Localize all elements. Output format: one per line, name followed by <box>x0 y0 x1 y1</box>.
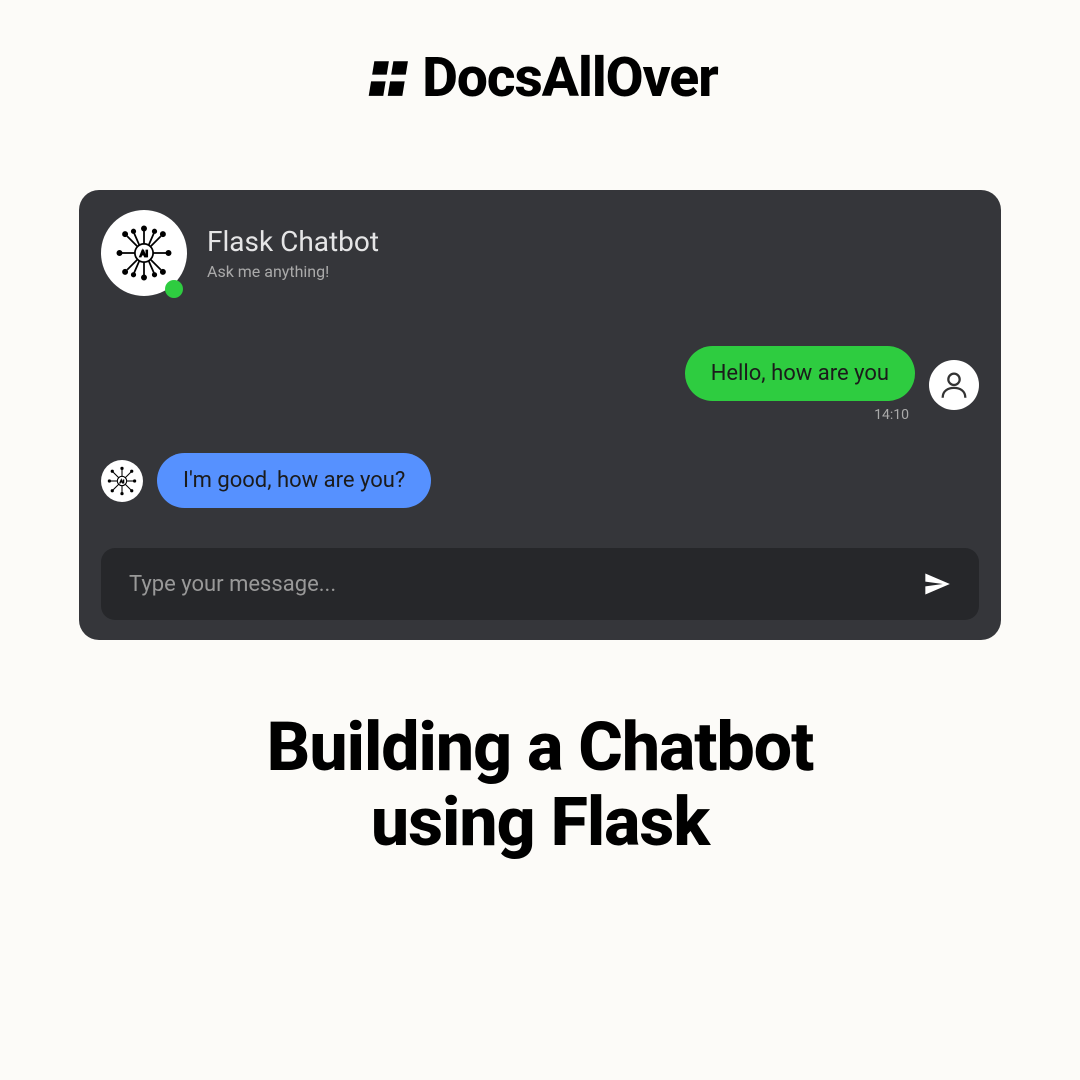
message-row-user: Hello, how are you 14:10 <box>101 346 979 423</box>
messages-area: Hello, how are you 14:10 AI <box>101 346 979 508</box>
chat-container: AI Flask Chatbot <box>79 190 1001 640</box>
message-input[interactable]: Type your message... <box>129 572 336 597</box>
page-title-line2: using Flask <box>267 785 814 860</box>
brand-logo-icon <box>362 50 418 106</box>
bot-message-bubble: I'm good, how are you? <box>157 453 431 508</box>
message-row-bot: AI I'm good, how are you? <box>101 453 979 508</box>
page-title: Building a Chatbot using Flask <box>267 710 814 860</box>
bot-avatar-small: AI <box>101 460 143 502</box>
user-message-bubble: Hello, how are you <box>685 346 915 401</box>
ai-chip-icon: AI <box>109 218 179 288</box>
message-timestamp: 14:10 <box>874 407 909 423</box>
brand-header: DocsAllOver <box>362 46 717 110</box>
message-input-bar[interactable]: Type your message... <box>101 548 979 620</box>
bot-avatar: AI <box>101 210 187 296</box>
page-title-line1: Building a Chatbot <box>267 710 814 785</box>
user-avatar <box>929 360 979 410</box>
person-icon <box>937 368 971 402</box>
send-icon[interactable] <box>923 570 951 598</box>
svg-text:AI: AI <box>140 249 148 259</box>
bot-subtitle: Ask me anything! <box>207 262 379 281</box>
ai-chip-icon: AI <box>104 463 140 499</box>
chat-header: AI Flask Chatbot <box>101 210 979 296</box>
bot-title: Flask Chatbot <box>207 225 379 258</box>
status-indicator <box>165 280 183 298</box>
svg-text:AI: AI <box>120 479 124 484</box>
brand-name: DocsAllOver <box>422 46 717 110</box>
header-text: Flask Chatbot Ask me anything! <box>207 225 379 281</box>
